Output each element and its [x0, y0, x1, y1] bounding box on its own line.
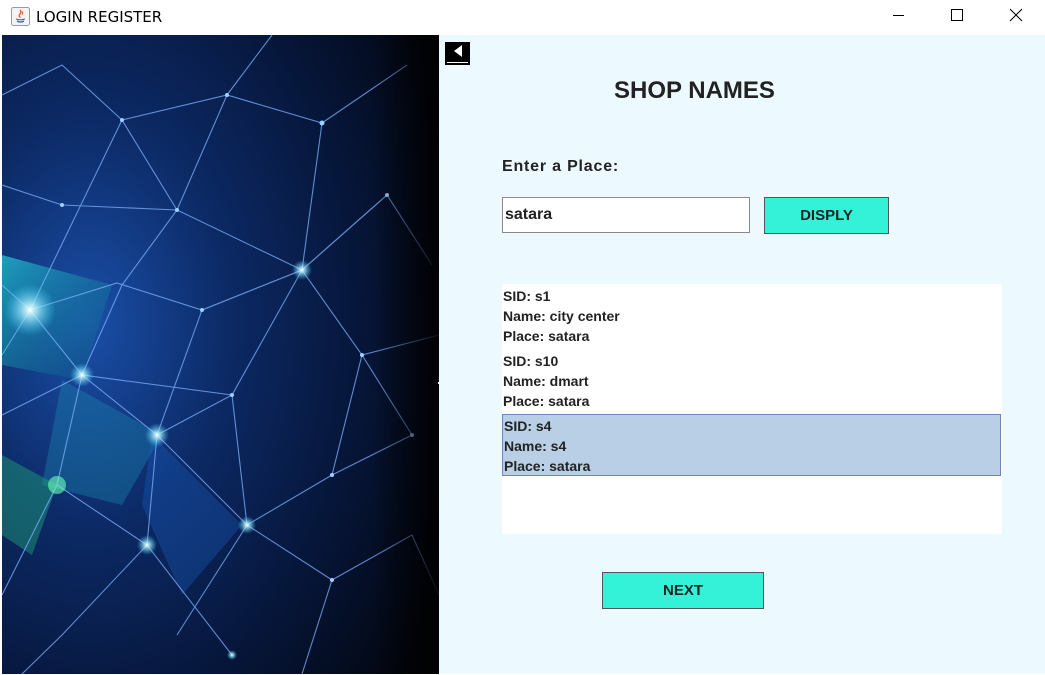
shop-name-text: Name: city center	[503, 308, 620, 324]
list-item[interactable]: SID: s1 Name: city center Place: satara	[502, 286, 1002, 349]
title-bar: LOGIN REGISTER	[0, 0, 1045, 34]
shop-id-text: SID: s1	[503, 288, 551, 304]
shop-place-text: Place: satara	[503, 328, 590, 344]
place-input[interactable]	[502, 197, 750, 233]
place-label: Enter a Place:	[502, 158, 620, 175]
shop-results-list[interactable]: SID: s1 Name: city center Place: satara SID…	[502, 284, 1002, 534]
maximize-icon	[951, 8, 963, 26]
minimize-icon	[893, 8, 905, 26]
shop-name-text: Name: s4	[504, 438, 567, 454]
shop-place-text: Place: satara	[503, 393, 590, 409]
minimize-button[interactable]	[870, 0, 928, 34]
java-app-icon	[11, 7, 30, 26]
back-button[interactable]	[445, 42, 470, 65]
network-background-image	[2, 35, 439, 674]
close-icon	[1009, 8, 1023, 27]
next-button[interactable]: NEXT	[602, 572, 764, 609]
shop-name-text: Name: dmart	[503, 373, 589, 389]
shop-id-text: SID: s10	[503, 353, 559, 369]
maximize-button[interactable]	[928, 0, 986, 34]
shop-names-panel: SHOP NAMES Enter a Place: DISPLY SID: s1…	[439, 35, 1045, 674]
close-button[interactable]	[987, 0, 1045, 34]
back-arrow-icon	[452, 44, 464, 63]
list-item[interactable]: SID: s4 Name: s4 Place: satara	[502, 414, 1001, 476]
list-item[interactable]: SID: s10 Name: dmart Place: satara	[502, 351, 1002, 414]
shop-id-text: SID: s4	[504, 418, 552, 434]
window-title: LOGIN REGISTER	[36, 8, 163, 26]
page-title: SHOP NAMES	[614, 77, 775, 104]
display-button[interactable]: DISPLY	[764, 197, 889, 234]
shop-place-text: Place: satara	[504, 458, 591, 474]
